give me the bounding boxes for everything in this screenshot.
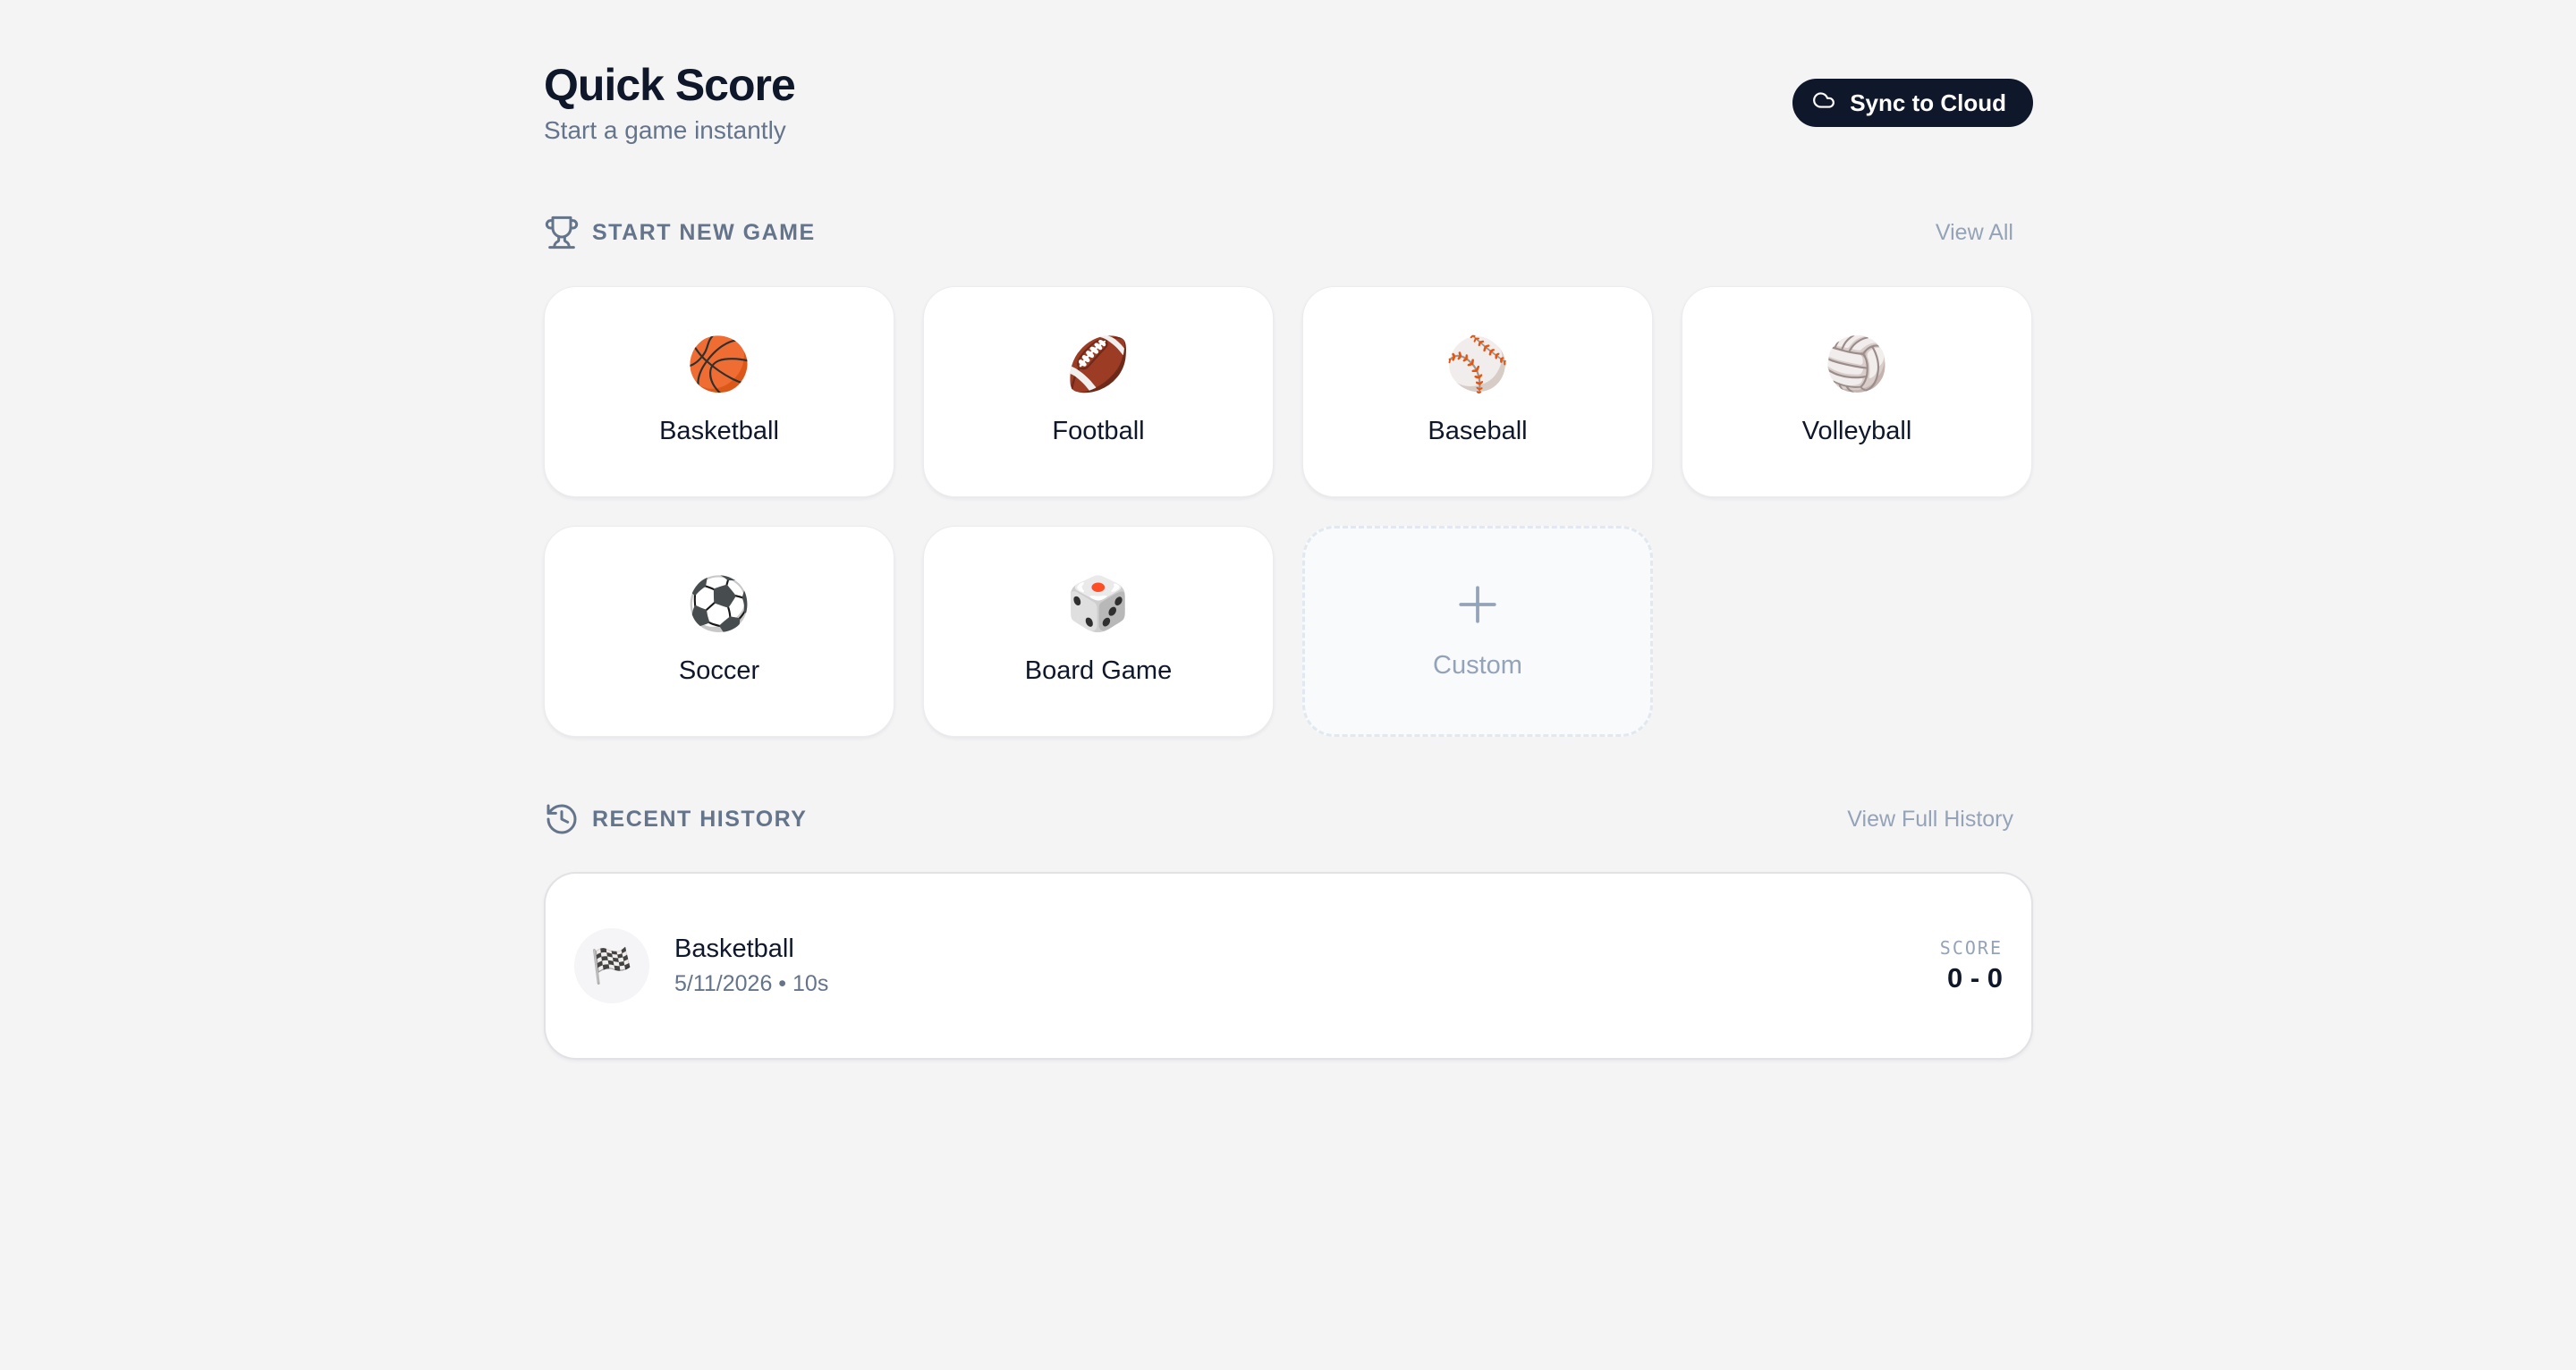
history-item-meta: 5/11/2026 • 10s [674,971,829,996]
view-full-history-link[interactable]: View Full History [1847,807,2013,833]
page-header: Quick Score Start a game instantly Sync … [544,0,2033,179]
game-label: Football [1052,416,1145,445]
game-label: Volleyball [1801,416,1912,445]
game-card-volleyball[interactable]: 🏐 Volleyball [1682,286,2032,497]
page-title: Quick Score [544,60,796,110]
history-item-title: Basketball [674,934,794,963]
score-value: 0 - 0 [1946,962,2003,994]
history-icon [544,801,580,837]
view-all-link[interactable]: View All [1936,220,2013,246]
game-card-custom[interactable]: Custom [1302,526,1653,737]
cloud-icon [1812,89,1835,118]
game-card-baseball[interactable]: ⚾ Baseball [1302,286,1653,497]
page-subtitle: Start a game instantly [544,116,786,144]
history-item[interactable]: 🏁 Basketball 5/11/2026 • 10s SCORE 0 - 0 [544,872,2033,1060]
game-label: Basketball [659,416,779,445]
game-card-board-game[interactable]: 🎲 Board Game [923,526,1274,737]
checkered-flag-icon: 🏁 [574,928,649,1003]
history-item-score: SCORE 0 - 0 [1940,937,2003,994]
plus-icon [1455,582,1500,651]
game-grid: 🏀 Basketball 🏈 Football ⚾ Baseball 🏐 Vol… [544,286,2033,737]
dice-icon: 🎲 [1065,572,1131,634]
basketball-icon: 🏀 [686,333,752,394]
soccer-ball-icon: ⚽ [686,572,752,634]
recent-history-header: RECENT HISTORY View Full History [544,799,2033,839]
sync-to-cloud-button[interactable]: Sync to Cloud [1792,79,2033,127]
game-card-football[interactable]: 🏈 Football [923,286,1274,497]
volleyball-icon: 🏐 [1824,333,1890,394]
history-item-text: Basketball 5/11/2026 • 10s [674,934,828,997]
main-container: Quick Score Start a game instantly Sync … [544,0,2033,1060]
game-card-basketball[interactable]: 🏀 Basketball [544,286,894,497]
game-label: Baseball [1428,416,1528,445]
recent-history-label: RECENT HISTORY [592,806,808,832]
game-label: Soccer [678,655,760,685]
trophy-icon [544,215,580,250]
football-icon: 🏈 [1065,333,1131,394]
start-new-game-label: START NEW GAME [592,219,816,245]
game-card-soccer[interactable]: ⚽ Soccer [544,526,894,737]
start-new-game-header: START NEW GAME View All [544,213,2033,252]
score-label: SCORE [1939,937,2003,959]
sync-button-label: Sync to Cloud [1850,89,2006,116]
baseball-icon: ⚾ [1445,333,1511,394]
game-label: Board Game [1024,655,1173,685]
custom-label: Custom [1433,651,1522,680]
